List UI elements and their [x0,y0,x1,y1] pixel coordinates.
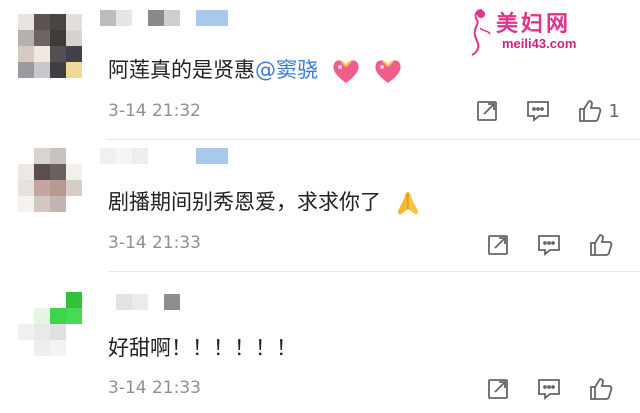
heart-with-ribbon-icon [375,60,401,83]
thumbs-up-icon [590,234,613,256]
comment-icon [538,235,560,256]
like-button[interactable] [588,376,620,402]
comment-actions [486,376,620,402]
share-button[interactable] [486,377,510,401]
mention-link[interactable]: @窦骁 [255,58,318,82]
like-button[interactable] [588,232,620,258]
share-icon [488,379,508,399]
username[interactable] [116,294,180,310]
reply-button[interactable] [536,377,562,401]
thumbs-up-icon [578,100,601,122]
like-count: 1 [608,100,620,122]
avatar[interactable] [18,14,82,78]
comment-time: 3-14 21:32 [108,101,201,121]
comment-body: 阿莲真的是贤惠 [108,58,255,82]
comment-item: 好甜啊！！！！！！ 3-14 21:33 [0,272,640,413]
comment-body: 好甜啊！！！！！！ [108,336,297,360]
comment-text: 好甜啊！！！！！！ [108,334,297,362]
comment-time: 3-14 21:33 [108,233,201,253]
like-button[interactable]: 1 [577,98,620,124]
comment-icon [526,101,549,122]
comment-text: 阿莲真的是贤惠@窦骁 [108,56,403,85]
share-button[interactable] [486,233,510,257]
share-button[interactable] [475,99,499,123]
comment-time: 3-14 21:33 [108,378,201,398]
share-icon [476,101,497,121]
reply-button[interactable] [536,233,562,257]
comment-text: 剧播期间别秀恩爱，求求你了 [108,188,422,217]
username[interactable] [100,148,228,164]
reply-button[interactable] [525,99,551,123]
folded-hands-icon [397,192,418,215]
avatar[interactable] [18,148,82,212]
username[interactable] [100,10,228,26]
heart-with-ribbon-icon [333,60,359,83]
comment-body: 剧播期间别秀恩爱，求求你了 [108,190,381,214]
comment-icon [538,379,560,400]
comment-item: 阿莲真的是贤惠@窦骁 3-14 21:32 1 [0,0,640,140]
avatar[interactable] [18,292,82,356]
comment-actions: 1 [475,98,620,124]
comment-actions [486,232,620,258]
comment-item: 剧播期间别秀恩爱，求求你了 3-14 21:33 [0,140,640,272]
share-icon [488,235,508,255]
thumbs-up-icon [590,378,613,400]
